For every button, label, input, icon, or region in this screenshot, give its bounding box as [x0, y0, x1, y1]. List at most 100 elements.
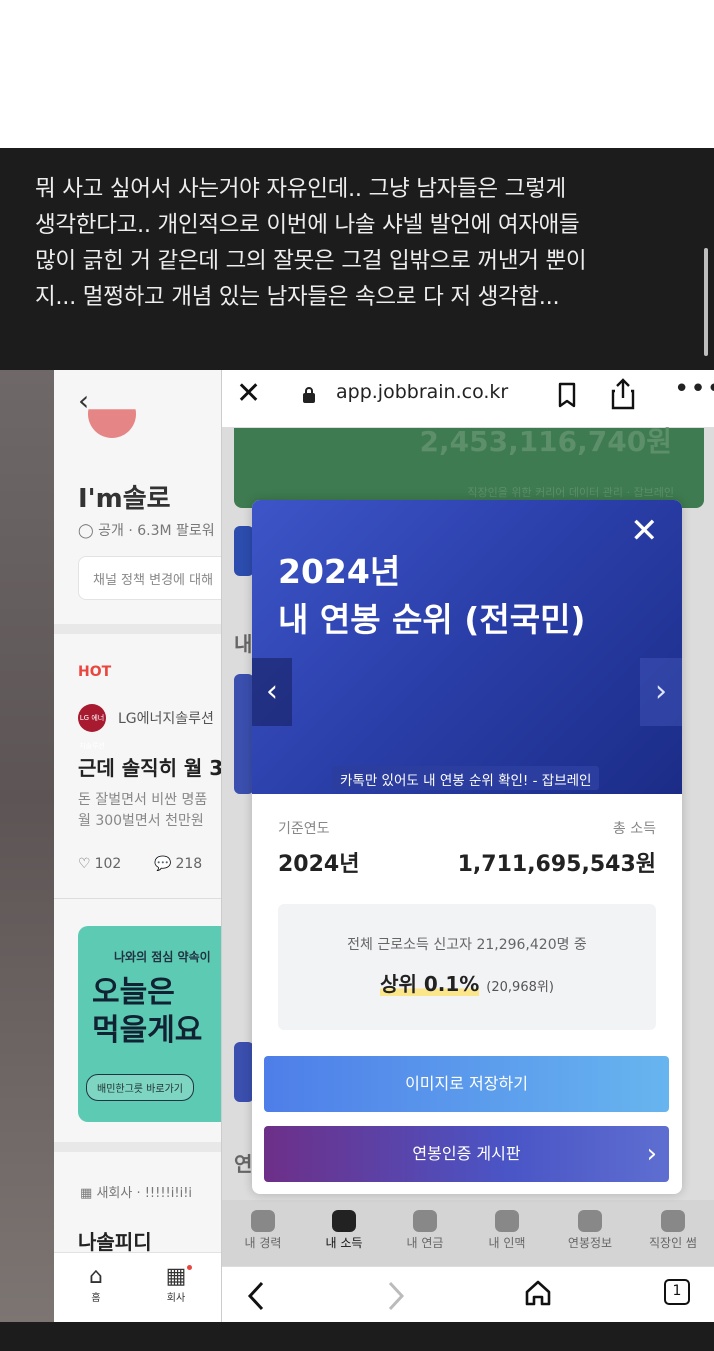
channel-avatar [88, 409, 136, 438]
nav-label: 연봉정보 [567, 1236, 613, 1250]
tabs-count-icon[interactable]: 1 [664, 1279, 690, 1305]
post-preview[interactable]: 돈 잘벌면서 비싼 명품 월 300벌면서 천만원 [78, 790, 234, 832]
url-text[interactable]: app.jobbrain.co.kr [336, 381, 508, 403]
bg-blue-card [234, 1042, 254, 1102]
people-icon [495, 1210, 519, 1232]
nav-career[interactable]: 내 경력 [228, 1206, 298, 1251]
modal-title: 2024년 내 연봉 순위 (전국민) [278, 552, 586, 639]
background-app-edge [0, 370, 54, 1322]
nav-worker-some[interactable]: 직장인 썸 [638, 1206, 708, 1251]
home-icon: ⌂ [89, 1264, 103, 1289]
notification-dot [187, 1265, 192, 1270]
chevron-right-icon: › [646, 1139, 657, 1169]
caption-text: 뭐 사고 싶어서 사는거야 자유인데.. 그냥 남자들은 그렇게 생각한다고..… [35, 176, 587, 310]
salary-board-button[interactable]: 연봉인증 게시판 › [264, 1126, 669, 1182]
channel-title: I'm솔로 [78, 484, 171, 514]
rank-result: 상위 0.1% (20,968위) [278, 968, 656, 997]
bg-summary-card: 2,453,116,740원 직장인을 위한 커리어 데이터 관리 · 잡브레인 [234, 425, 704, 508]
browser-toolbar: 1 [222, 1266, 714, 1322]
money-icon [578, 1210, 602, 1232]
tab-home-label: 홈 [91, 1293, 101, 1304]
hot-label: HOT [78, 664, 112, 680]
divider [54, 624, 234, 634]
nav-label: 직장인 썸 [649, 1236, 697, 1250]
more-options-icon[interactable]: ••• [674, 374, 714, 404]
scrollbar-thumb[interactable] [704, 248, 708, 356]
bg-section-title: 내 [234, 632, 253, 656]
income-value: 1,711,695,543원 [457, 852, 656, 877]
site-bottom-nav: 내 경력 내 소득 내 연금 내 인맥 연봉정보 직장인 썸 [222, 1200, 714, 1266]
bg-blue-card [234, 674, 254, 794]
nav-label: 내 연금 [406, 1236, 444, 1250]
post-title[interactable]: 근데 솔직히 월 3 [78, 752, 223, 781]
share-icon[interactable] [610, 378, 636, 410]
tab-company-label: 회사 [166, 1293, 186, 1304]
top-blank-area [0, 0, 714, 148]
nav-income[interactable]: 내 소득 [309, 1206, 379, 1251]
channel-meta: ◯ 공개 · 6.3M 팔로워 [78, 520, 215, 540]
like-count-value: 102 [94, 856, 122, 872]
nav-salary-info[interactable]: 연봉정보 [555, 1206, 625, 1251]
close-icon[interactable]: ✕ [236, 376, 261, 411]
ad-top-text: 나와의 점심 약속이 [114, 950, 211, 964]
heart-people-icon [661, 1210, 685, 1232]
nav-network[interactable]: 내 인맥 [472, 1206, 542, 1251]
rank-description: 전체 근로소득 신고자 21,296,420명 중 [347, 937, 587, 953]
bg-subtext: 직장인을 위한 커리어 데이터 관리 · 잡브레인 [467, 486, 674, 499]
income-label: 총 소득 [612, 821, 656, 837]
ad-headline: 오늘은 먹을게요 [92, 975, 203, 1048]
nav-pension[interactable]: 내 연금 [390, 1206, 460, 1251]
bg-section-title: 연 [234, 1152, 253, 1176]
home-icon[interactable] [524, 1279, 552, 1307]
back-arrow-icon[interactable]: ‹ [78, 384, 89, 417]
post2-meta-text: 새회사 · !!!!!i!i!i [96, 1186, 193, 1201]
bg-amount: 2,453,116,740원 [419, 425, 673, 458]
wallet-icon [332, 1210, 356, 1232]
salary-board-label: 연봉인증 게시판 [412, 1144, 521, 1163]
chevron-right-icon[interactable]: › [640, 658, 682, 726]
nav-label: 내 소득 [325, 1236, 363, 1250]
nav-label: 내 경력 [244, 1236, 282, 1250]
bg-blue-button [234, 526, 254, 576]
divider [54, 898, 234, 899]
bookmark-icon[interactable] [556, 382, 578, 408]
salary-rank-modal: ✕ 2024년 내 연봉 순위 (전국민) ‹ › 카톡만 있어도 내 연봉 순… [252, 500, 682, 1194]
chevron-left-icon[interactable]: ‹ [252, 658, 292, 726]
bottom-dark-strip [0, 1322, 714, 1351]
save-image-button[interactable]: 이미지로 저장하기 [264, 1056, 669, 1112]
ad-banner[interactable]: 나와의 점심 약속이 오늘은 먹을게요 배민한그릇 바로가기 [78, 926, 234, 1122]
comment-icon: 💬 [154, 856, 172, 872]
rank-box: 전체 근로소득 신고자 21,296,420명 중 상위 0.1% (20,96… [278, 904, 656, 1030]
channel-meta-text: 공개 · 6.3M 팔로워 [98, 523, 215, 539]
company-name[interactable]: LG에너지솔루션 [118, 708, 214, 728]
post-caption: 뭐 사고 싶어서 사는거야 자유인데.. 그냥 남자들은 그렇게 생각한다고..… [0, 148, 714, 370]
modal-header: ✕ 2024년 내 연봉 순위 (전국민) ‹ › 카톡만 있어도 내 연봉 순… [252, 500, 682, 794]
comment-count[interactable]: 💬 218 [154, 856, 202, 872]
back-icon[interactable] [246, 1281, 266, 1311]
lock-icon [303, 387, 315, 403]
blind-app-panel: ‹ I'm솔로 ◯ 공개 · 6.3M 팔로워 채널 정책 변경에 대해 HOT… [54, 370, 234, 1322]
blind-tab-bar: ⌂ 홈 ▦ 회사 [54, 1252, 234, 1322]
post2-title[interactable]: 나솔피디 [78, 1226, 152, 1255]
comment-count-value: 218 [175, 856, 203, 872]
piggy-bank-icon [413, 1210, 437, 1232]
globe-icon: ◯ [78, 523, 94, 539]
post2-meta: ▦ 새회사 · !!!!!i!i!i [80, 1182, 192, 1201]
tab-company[interactable]: ▦ 회사 [156, 1265, 196, 1305]
building-icon: ▦ [80, 1186, 93, 1201]
company-logo: LG 에너지솔루션 [78, 704, 106, 750]
like-count[interactable]: ♡ 102 [78, 856, 121, 872]
rank-top-percent: 상위 0.1% [380, 972, 480, 996]
ad-button[interactable]: 배민한그릇 바로가기 [86, 1074, 194, 1101]
nav-label: 내 인맥 [488, 1236, 526, 1250]
year-value: 2024년 [278, 852, 360, 877]
heart-icon: ♡ [78, 856, 91, 872]
divider [54, 1142, 234, 1152]
forward-icon[interactable] [386, 1281, 406, 1311]
year-label: 기준연도 [278, 821, 330, 837]
policy-notice[interactable]: 채널 정책 변경에 대해 [78, 556, 234, 600]
modal-close-icon[interactable]: ✕ [630, 514, 659, 548]
promo-tag: 카톡만 있어도 내 연봉 순위 확인! - 잡브레인 [332, 766, 600, 790]
tab-home[interactable]: ⌂ 홈 [76, 1264, 116, 1305]
rank-position: (20,968위) [486, 980, 554, 995]
